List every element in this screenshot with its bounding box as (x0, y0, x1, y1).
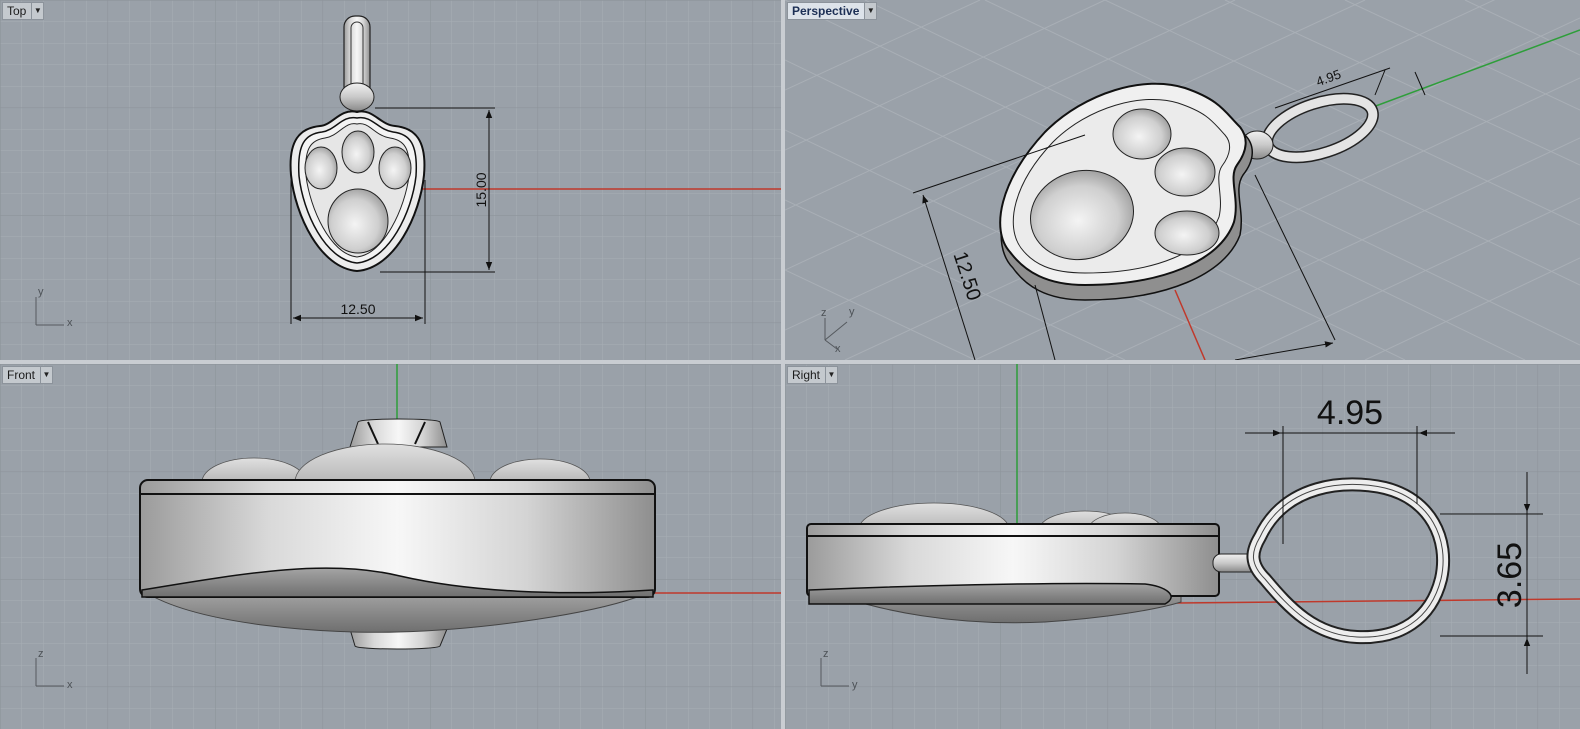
axis-label-z: z (823, 648, 829, 660)
perspective-view-canvas[interactable]: 12.50 4.95 z y x (785, 0, 1580, 360)
dimension-ring-width-label: 4.95 (1317, 394, 1383, 432)
chevron-down-icon[interactable]: ▼ (864, 1, 878, 20)
viewport-tab-top[interactable]: Top ▼ (2, 1, 45, 20)
viewport-title[interactable]: Perspective (787, 1, 865, 20)
front-view-canvas[interactable]: z x (0, 364, 781, 729)
right-view-canvas[interactable]: 4.95 3.65 z y (785, 364, 1580, 729)
dimension-ring-height-label: 3.65 (1491, 542, 1529, 608)
axis-label-y: y (852, 679, 858, 691)
viewport-tab-right[interactable]: Right ▼ (787, 365, 839, 384)
viewport-perspective[interactable]: 12.50 4.95 z y x Perspective ▼ (785, 0, 1580, 360)
dimension-height-label: 15.00 (473, 172, 489, 207)
axis-label-x: x (835, 343, 841, 355)
axis-label-x: x (67, 317, 73, 329)
chevron-down-icon[interactable]: ▼ (31, 1, 45, 20)
viewport-front[interactable]: z x Front ▼ (0, 364, 781, 729)
viewport-right[interactable]: 4.95 3.65 z y Right ▼ (785, 364, 1580, 729)
viewport-top[interactable]: 15.00 12.50 y x Top ▼ (0, 0, 781, 360)
viewport-title[interactable]: Right (787, 365, 826, 384)
viewport-tab-front[interactable]: Front ▼ (2, 365, 54, 384)
viewport-title[interactable]: Top (2, 1, 32, 20)
dimension-width-label: 12.50 (340, 301, 375, 317)
axis-label-y: y (849, 306, 855, 318)
chevron-down-icon[interactable]: ▼ (825, 365, 839, 384)
bail-shape (339, 15, 375, 112)
viewport-tab-perspective[interactable]: Perspective ▼ (787, 1, 878, 20)
axis-label-y: y (38, 286, 44, 298)
viewport-title[interactable]: Front (2, 365, 41, 384)
axis-label-x: x (67, 679, 73, 691)
axis-label-z: z (821, 307, 827, 319)
chevron-down-icon[interactable]: ▼ (40, 365, 54, 384)
axis-label-z: z (38, 648, 44, 660)
top-view-canvas[interactable]: 15.00 12.50 y x (0, 0, 781, 360)
